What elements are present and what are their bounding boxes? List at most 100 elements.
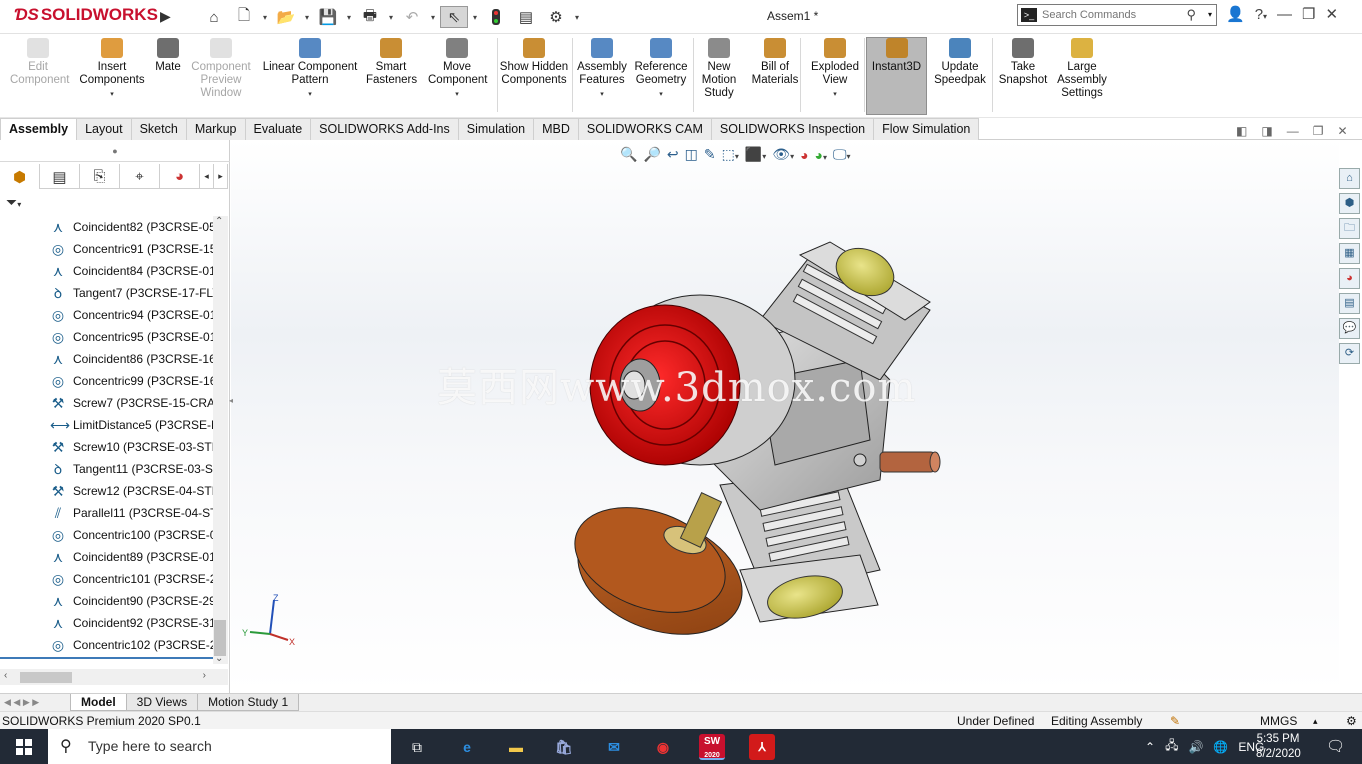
engine-assembly-model[interactable] [560,230,950,660]
solidworks-search-icon[interactable]: ⟳ [1339,343,1360,364]
mate-list-item[interactable]: ⋏ Coincident92 (P3CRSE-31- [0,612,214,634]
tab-flow-simulation[interactable]: Flow Simulation [873,118,980,140]
select-dropdown-icon[interactable]: ▾ [470,13,480,22]
panel-grip[interactable]: ● [0,140,230,162]
mate-list-item[interactable]: ⋏ Coincident90 (P3CRSE-29- [0,590,214,612]
view-settings-icon[interactable]: 🖵▾ [833,146,851,163]
configurationmanager-tab-icon[interactable]: ⎘ [80,164,120,189]
file-explorer-taskbar-icon[interactable]: ▬ [503,734,529,760]
mate-list-item[interactable]: ⋏ Coincident82 (P3CRSE-05- [0,216,214,238]
mate-list-item[interactable]: ⋏ Coincident86 (P3CRSE-16- [0,348,214,370]
tool-edit-component-button[interactable]: Edit Component [10,38,69,87]
tool-dropdown-icon[interactable]: ▾ [806,88,864,101]
undo-dropdown-icon[interactable]: ▾ [428,13,438,22]
mate-list-item[interactable]: ◎ Concentric95 (P3CRSE-01- [0,326,214,348]
customize-status-icon[interactable]: ⚙ [1346,712,1357,730]
tree-vertical-scrollbar[interactable]: ⌃ ⌄ [213,216,228,664]
tile-right-icon[interactable]: ◨ [1261,124,1272,138]
mate-list-item[interactable]: ⚒ Screw10 (P3CRSE-03-STEA [0,436,214,458]
filter-icon[interactable]: ⏷▾ [6,194,21,211]
select-arrow-icon[interactable]: ⇖ [440,6,468,28]
doc-restore-icon[interactable]: ❐ [1313,124,1324,138]
minimize-icon[interactable]: — [1277,6,1292,23]
open-folder-icon[interactable]: 📂 [272,6,300,28]
tab-markup[interactable]: Markup [185,118,246,140]
scroll-left-icon[interactable]: ‹ [4,670,7,681]
view-orientation-icon[interactable]: ⬚▾ [722,146,739,163]
print-dropdown-icon[interactable]: ▾ [386,13,396,22]
tile-left-icon[interactable]: ◧ [1236,124,1247,138]
options-dropdown-icon[interactable]: ▾ [572,13,582,22]
tool-motion-study-button[interactable]: New Motion Study [696,38,742,100]
print-icon[interactable]: 🖶 [356,6,384,28]
tab-simulation[interactable]: Simulation [457,118,535,140]
file-explorer-icon[interactable]: 🗀 [1339,218,1360,239]
volume-icon[interactable]: 🔊 [1188,740,1203,754]
task-view-icon[interactable]: ⧉ [404,734,430,760]
tool-reference-geometry-button[interactable]: Reference Geometry ▾ [632,38,690,101]
save-icon[interactable]: 💾 [314,6,342,28]
apply-scene-icon[interactable]: ◕▾ [815,147,827,163]
tree-horizontal-thumb[interactable] [20,672,72,683]
rebuild-status-icon[interactable]: ✎ [1170,712,1180,730]
tab-scroll-left-icon[interactable]: ◂ [200,164,214,189]
tab-scroll-right-icon[interactable]: ▸ [214,164,228,189]
featuremanager-tab-icon[interactable]: ⬢ [0,164,40,189]
section-view-icon[interactable]: ◫ [685,146,698,163]
mate-list-item[interactable]: ꝺ Tangent7 (P3CRSE-17-FLY [0,282,214,304]
taskbar-clock[interactable]: 5:35 PM 8/2/2020 [1256,732,1301,762]
bottom-tab-model[interactable]: Model [70,694,127,711]
app-target-icon[interactable]: ◉ [650,734,676,760]
tool-move-component-button[interactable]: Move Component ▾ [428,38,487,101]
search-dropdown-icon[interactable]: ▾ [1208,10,1212,19]
tool-snapshot-button[interactable]: Take Snapshot [996,38,1050,87]
mate-list-item[interactable]: ⋏ Coincident89 (P3CRSE-01- [0,546,214,568]
tool-instant3d-button[interactable]: Instant3D [866,38,927,74]
tab-evaluate[interactable]: Evaluate [244,118,312,140]
globe-network-icon[interactable]: 🌐 [1213,740,1228,754]
doc-minimize-icon[interactable]: — [1287,124,1299,138]
mate-list-item[interactable]: ◎ Concentric102 (P3CRSE-29 [0,634,214,656]
design-library-icon[interactable]: ⬢ [1339,193,1360,214]
tree-vertical-thumb[interactable] [214,620,226,656]
new-document-icon[interactable]: 🗋 [230,6,258,28]
bottom-tab-motion-study-1[interactable]: Motion Study 1 [197,694,300,711]
display-manager-tab-icon[interactable]: ◕ [160,164,200,189]
tool-insert-components-button[interactable]: Insert Components ▾ [76,38,148,101]
mate-list-item[interactable]: ◎ Concentric101 (P3CRSE-29 [0,568,214,590]
previous-view-icon[interactable]: ↩ [667,146,679,163]
tool-smart-fasteners-button[interactable]: Smart Fasteners [366,38,417,87]
mate-list-item[interactable]: ꝺ Tangent11 (P3CRSE-03-STI [0,458,214,480]
display-style-icon[interactable]: ⬛▾ [745,146,766,163]
tab-mbd[interactable]: MBD [533,118,579,140]
tool-dropdown-icon[interactable]: ▾ [632,88,690,101]
search-input[interactable] [1042,7,1190,23]
tool-mate-button[interactable]: Mate [148,38,188,74]
hide-show-items-icon[interactable]: 👁▾ [772,146,794,163]
undo-icon[interactable]: ↶ [398,6,426,28]
tray-overflow-icon[interactable]: ⌃ [1145,740,1155,754]
solidworks-taskbar-icon[interactable]: SW 2020 [699,734,725,760]
tool-dropdown-icon[interactable]: ▾ [76,88,148,101]
solidworks-resources-icon[interactable]: ⌂ [1339,168,1360,189]
acrobat-pdf-icon[interactable]: ⅄ [749,734,775,760]
options-gear-icon[interactable]: ⚙ [542,6,570,28]
tool-exploded-view-button[interactable]: Exploded View ▾ [806,38,864,101]
status-units[interactable]: MMGS [1260,712,1297,730]
mate-list-item[interactable]: ⫽ Parallel11 (P3CRSE-04-STE [0,502,214,524]
tool-assembly-features-button[interactable]: Assembly Features ▾ [576,38,628,101]
tool-linear-pattern-button[interactable]: Linear Component Pattern ▾ [258,38,362,101]
propertymanager-tab-icon[interactable]: ▤ [40,164,80,189]
scroll-right-icon[interactable]: › [203,670,206,681]
save-dropdown-icon[interactable]: ▾ [344,13,354,22]
tool-speedpak-button[interactable]: Update Speedpak [932,38,988,87]
new-dropdown-icon[interactable]: ▾ [260,13,270,22]
dimxpert-tab-icon[interactable]: ⌖ [120,164,160,189]
microsoft-store-icon[interactable]: 🛍 [551,734,577,760]
zoom-to-area-icon[interactable]: 🔎 [643,146,660,163]
mail-icon[interactable]: ✉ [601,734,627,760]
mate-list-item[interactable]: ◎ Concentric99 (P3CRSE-16- [0,370,214,392]
open-dropdown-icon[interactable]: ▾ [302,13,312,22]
edge-browser-icon[interactable]: e [454,734,480,760]
home-icon[interactable]: ⌂ [200,6,228,28]
